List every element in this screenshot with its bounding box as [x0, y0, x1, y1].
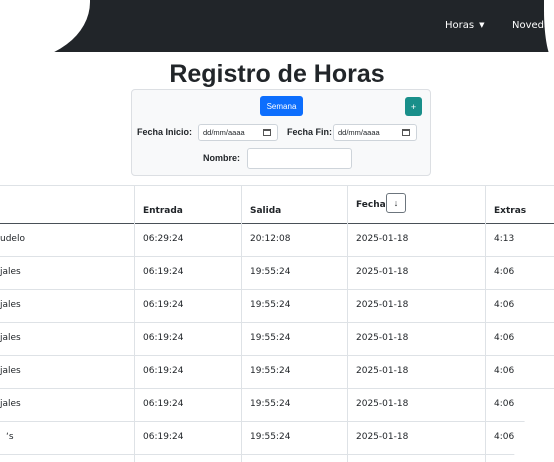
cell-fecha: 2025-01-18: [356, 300, 409, 310]
header-fecha[interactable]: Fecha: [356, 200, 386, 210]
cell-name: jales: [0, 267, 21, 277]
cell-salida: 19:55:24: [250, 432, 291, 442]
table-row[interactable]: ‘s 06:19:24 19:55:24 2025-01-18 4:06: [0, 421, 554, 455]
cell-salida: 19:55:24: [250, 399, 291, 409]
cell-salida: 20:12:08: [250, 234, 291, 244]
cell-extras: 4:06: [494, 366, 515, 376]
cell-salida: 19:55:24: [250, 366, 291, 376]
cell-entrada: 06:19:24: [143, 267, 184, 277]
cell-name: jales: [0, 399, 21, 409]
cell-salida: 19:55:24: [250, 333, 291, 343]
cell-fecha: 2025-01-18: [356, 234, 409, 244]
table-header: Entrada Salida Fecha Extras: [0, 185, 554, 224]
filter-card: Semana + Fecha Inicio: dd/mm/aaaa Fecha …: [131, 89, 431, 176]
nombre-input[interactable]: [247, 148, 352, 169]
add-button[interactable]: +: [405, 97, 422, 116]
fecha-fin-placeholder: dd/mm/aaaa: [338, 128, 380, 137]
cell-entrada: 06:29:24: [143, 234, 184, 244]
header-extras[interactable]: Extras: [494, 206, 526, 216]
fecha-fin-input[interactable]: dd/mm/aaaa: [333, 124, 417, 141]
cell-extras: 4:06: [494, 333, 515, 343]
cell-entrada: 06:19:24: [143, 399, 184, 409]
header-salida[interactable]: Salida: [250, 206, 281, 216]
semana-button[interactable]: Semana: [260, 96, 303, 116]
cell-name: ‘s: [6, 432, 14, 442]
table-row[interactable]: jales 06:19:24 19:55:24 2025-01-18 4:06: [0, 256, 554, 290]
cell-salida: 19:55:24: [250, 300, 291, 310]
cell-fecha: 2025-01-18: [356, 267, 409, 277]
cell-extras: 4:06: [494, 432, 515, 442]
cell-extras: 4:06: [494, 399, 515, 409]
nombre-label: Nombre:: [203, 153, 241, 163]
fecha-inicio-label: Fecha Inicio:: [137, 127, 193, 137]
table-row[interactable]: jales 06:19:24 19:55:24 2025-01-18 4:06: [0, 322, 554, 356]
nav-horas-dropdown[interactable]: Horas ▼: [445, 20, 484, 31]
cell-entrada: 06:19:24: [143, 333, 184, 343]
cell-extras: 4:06: [494, 267, 515, 277]
cell-extras: 4:06: [494, 300, 515, 310]
cell-entrada: 06:19:24: [143, 300, 184, 310]
table-row[interactable]: jales 06:19:24 19:55:24 2025-01-18 4:06: [0, 289, 554, 323]
calendar-icon[interactable]: [263, 129, 271, 136]
table-row[interactable]: jales 06:19:24 19:55:24 2025-01-18 4:06: [0, 388, 554, 422]
cell-fecha: 2025-01-18: [356, 399, 409, 409]
cell-extras: 4:13: [494, 234, 515, 244]
cell-fecha: 2025-01-18: [356, 333, 409, 343]
fecha-fin-label: Fecha Fin:: [287, 127, 333, 137]
fecha-inicio-placeholder: dd/mm/aaaa: [203, 128, 245, 137]
cell-entrada: 06:19:24: [143, 366, 184, 376]
sort-down-icon[interactable]: ↓: [386, 193, 406, 213]
table-row[interactable]: jales 06:19:24 19:55:24 2025-01-18 4:06: [0, 355, 554, 389]
rounded-corner-mask: [0, 0, 90, 62]
table-row[interactable]: udelo 06:29:24 20:12:08 2025-01-18 4:13: [0, 223, 554, 257]
nav-horas-label: Horas: [445, 20, 475, 31]
header-entrada[interactable]: Entrada: [143, 206, 183, 216]
cell-entrada: 06:19:24: [143, 432, 184, 442]
page-title: Registro de Horas: [169, 60, 385, 88]
fecha-inicio-input[interactable]: dd/mm/aaaa: [198, 124, 278, 141]
cell-name: jales: [0, 300, 21, 310]
cell-name: jales: [0, 333, 21, 343]
cell-name: jales: [0, 366, 21, 376]
cell-fecha: 2025-01-18: [356, 432, 409, 442]
cell-name: udelo: [0, 234, 25, 244]
caret-down-icon: ▼: [479, 21, 485, 29]
cell-fecha: 2025-01-18: [356, 366, 409, 376]
calendar-icon[interactable]: [402, 129, 410, 136]
cell-salida: 19:55:24: [250, 267, 291, 277]
